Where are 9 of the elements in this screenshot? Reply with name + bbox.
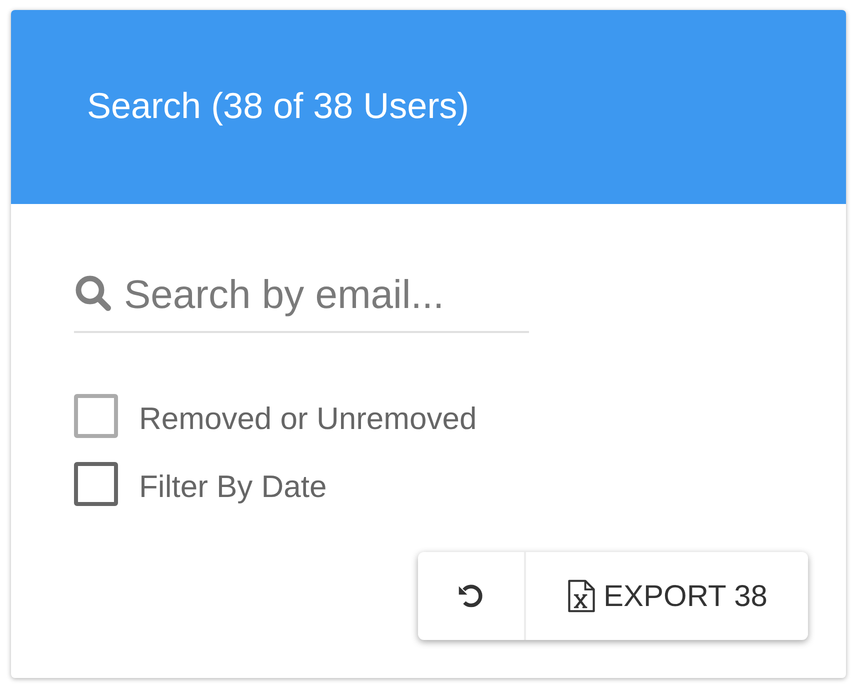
checkbox-label: Removed or Unremoved — [139, 402, 477, 434]
reset-icon — [457, 582, 485, 610]
checkbox-label: Filter By Date — [139, 470, 327, 502]
file-x-icon — [566, 579, 596, 613]
export-button[interactable]: EXPORT 38 — [526, 552, 808, 640]
card-title: Search (38 of 38 Users) — [87, 88, 470, 124]
checkbox[interactable] — [74, 462, 118, 506]
search-icon — [74, 274, 112, 312]
search-field[interactable]: Search by email... — [74, 268, 529, 333]
